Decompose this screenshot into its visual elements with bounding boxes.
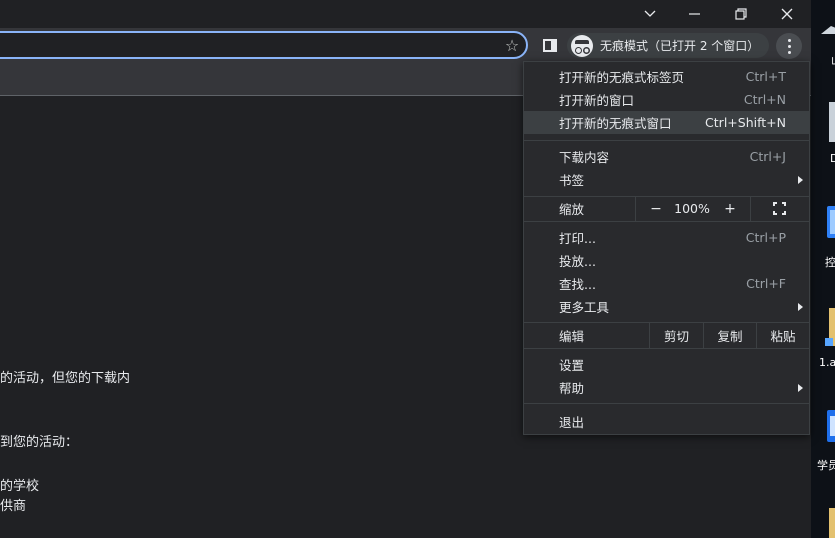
menu-item-shortcut: Ctrl+Shift+N [705, 115, 786, 130]
address-bar[interactable] [0, 31, 528, 59]
menu-item-help[interactable]: 帮助 [524, 376, 809, 399]
incognito-label: 无痕模式（已打开 2 个窗口） [600, 39, 760, 53]
edit-row: 编辑 剪切 复制 粘贴 [524, 323, 809, 348]
submenu-arrow-icon [798, 302, 803, 311]
menu-item-downloads[interactable]: 下载内容 Ctrl+J [524, 145, 809, 168]
page-text-line: 的活动，但您的下载内 [0, 371, 131, 386]
menu-item-bookmarks[interactable]: 书签 [524, 168, 809, 191]
menu-item-settings[interactable]: 设置 [524, 353, 809, 376]
desktop-icon-label: 1.a [819, 356, 835, 369]
desktop-icon-label: 控 [825, 256, 835, 269]
minimize-icon [689, 13, 700, 15]
incognito-icon [571, 34, 593, 57]
zoom-in-button[interactable]: + [712, 196, 748, 221]
menu-item-shortcut: Ctrl+P [745, 230, 786, 245]
menu-item-label: 打开新的窗口 [559, 93, 635, 108]
menu-item-label: 下载内容 [559, 150, 610, 165]
page-text-line: 的学校 [0, 479, 40, 494]
chrome-menu-button[interactable] [776, 33, 802, 59]
paste-button[interactable]: 粘贴 [757, 323, 809, 348]
copy-button[interactable]: 复制 [704, 323, 756, 348]
menu-item-label: 打开新的无痕式窗口 [559, 116, 672, 131]
side-panel-icon[interactable] [543, 39, 557, 52]
menu-separator [524, 348, 809, 349]
page-text-line: 到您的活动： [0, 435, 79, 450]
desktop-icon[interactable] [825, 308, 835, 346]
chrome-main-menu: 打开新的无痕式标签页 Ctrl+T 打开新的窗口 Ctrl+N 打开新的无痕式窗… [523, 61, 810, 435]
divider [750, 196, 751, 221]
chevron-down-icon [644, 10, 656, 17]
desktop-icon-label: D [830, 152, 835, 165]
menu-item-label: 打开新的无痕式标签页 [559, 70, 685, 85]
desktop-icon[interactable] [825, 508, 835, 538]
menu-item-label: 投放... [559, 254, 596, 269]
close-button[interactable] [764, 0, 810, 28]
fullscreen-icon[interactable] [773, 202, 786, 215]
zoom-row: 缩放 − 100% + [524, 196, 809, 221]
bookmark-star-icon[interactable]: ☆ [502, 35, 522, 55]
desktop-icon[interactable] [827, 206, 835, 238]
menu-item-shortcut: Ctrl+T [745, 69, 786, 84]
menu-item-new-incognito-window[interactable]: 打开新的无痕式窗口 Ctrl+Shift+N [524, 111, 809, 134]
minimize-button[interactable] [672, 0, 718, 28]
zoom-level: 100% [674, 201, 710, 216]
restore-icon [735, 8, 747, 20]
menu-item-label: 更多工具 [559, 300, 610, 315]
menu-separator [524, 403, 809, 404]
cut-button[interactable]: 剪切 [650, 323, 703, 348]
menu-item-shortcut: Ctrl+F [746, 276, 786, 291]
menu-item-label: 打印... [559, 231, 596, 246]
menu-item-new-incognito-tab[interactable]: 打开新的无痕式标签页 Ctrl+T [524, 65, 809, 88]
desktop-icon[interactable] [829, 102, 835, 142]
desktop-strip: 山 D 控 1.a 学员 [811, 0, 835, 538]
menu-item-new-window[interactable]: 打开新的窗口 Ctrl+N [524, 88, 809, 111]
menu-item-cast[interactable]: 投放... [524, 249, 809, 272]
page-text-line: 供商 [0, 499, 27, 514]
incognito-indicator[interactable]: 无痕模式（已打开 2 个窗口） [567, 33, 769, 58]
menu-item-label: 设置 [559, 358, 585, 373]
menu-item-label: 退出 [559, 415, 585, 430]
desktop-icon-label: 山 [831, 52, 835, 68]
submenu-arrow-icon [798, 175, 803, 184]
menu-separator [524, 140, 809, 141]
menu-item-shortcut: Ctrl+J [749, 149, 786, 164]
tab-search-button[interactable] [627, 0, 673, 28]
menu-item-more-tools[interactable]: 更多工具 [524, 295, 809, 318]
edit-label: 编辑 [559, 329, 585, 344]
menu-item-label: 查找... [559, 277, 596, 292]
menu-item-label: 书签 [559, 173, 585, 188]
zoom-label: 缩放 [559, 202, 585, 217]
desktop-icon[interactable] [827, 410, 835, 442]
menu-separator [524, 221, 809, 222]
close-icon [781, 8, 793, 20]
submenu-arrow-icon [798, 383, 803, 392]
title-bar [0, 0, 811, 28]
menu-item-find[interactable]: 查找... Ctrl+F [524, 272, 809, 295]
menu-item-print[interactable]: 打印... Ctrl+P [524, 226, 809, 249]
menu-item-exit[interactable]: 退出 [524, 410, 809, 433]
desktop-icon-label: 学员 [817, 459, 835, 472]
restore-button[interactable] [718, 0, 764, 28]
menu-item-shortcut: Ctrl+N [743, 92, 786, 107]
menu-item-label: 帮助 [559, 381, 585, 396]
